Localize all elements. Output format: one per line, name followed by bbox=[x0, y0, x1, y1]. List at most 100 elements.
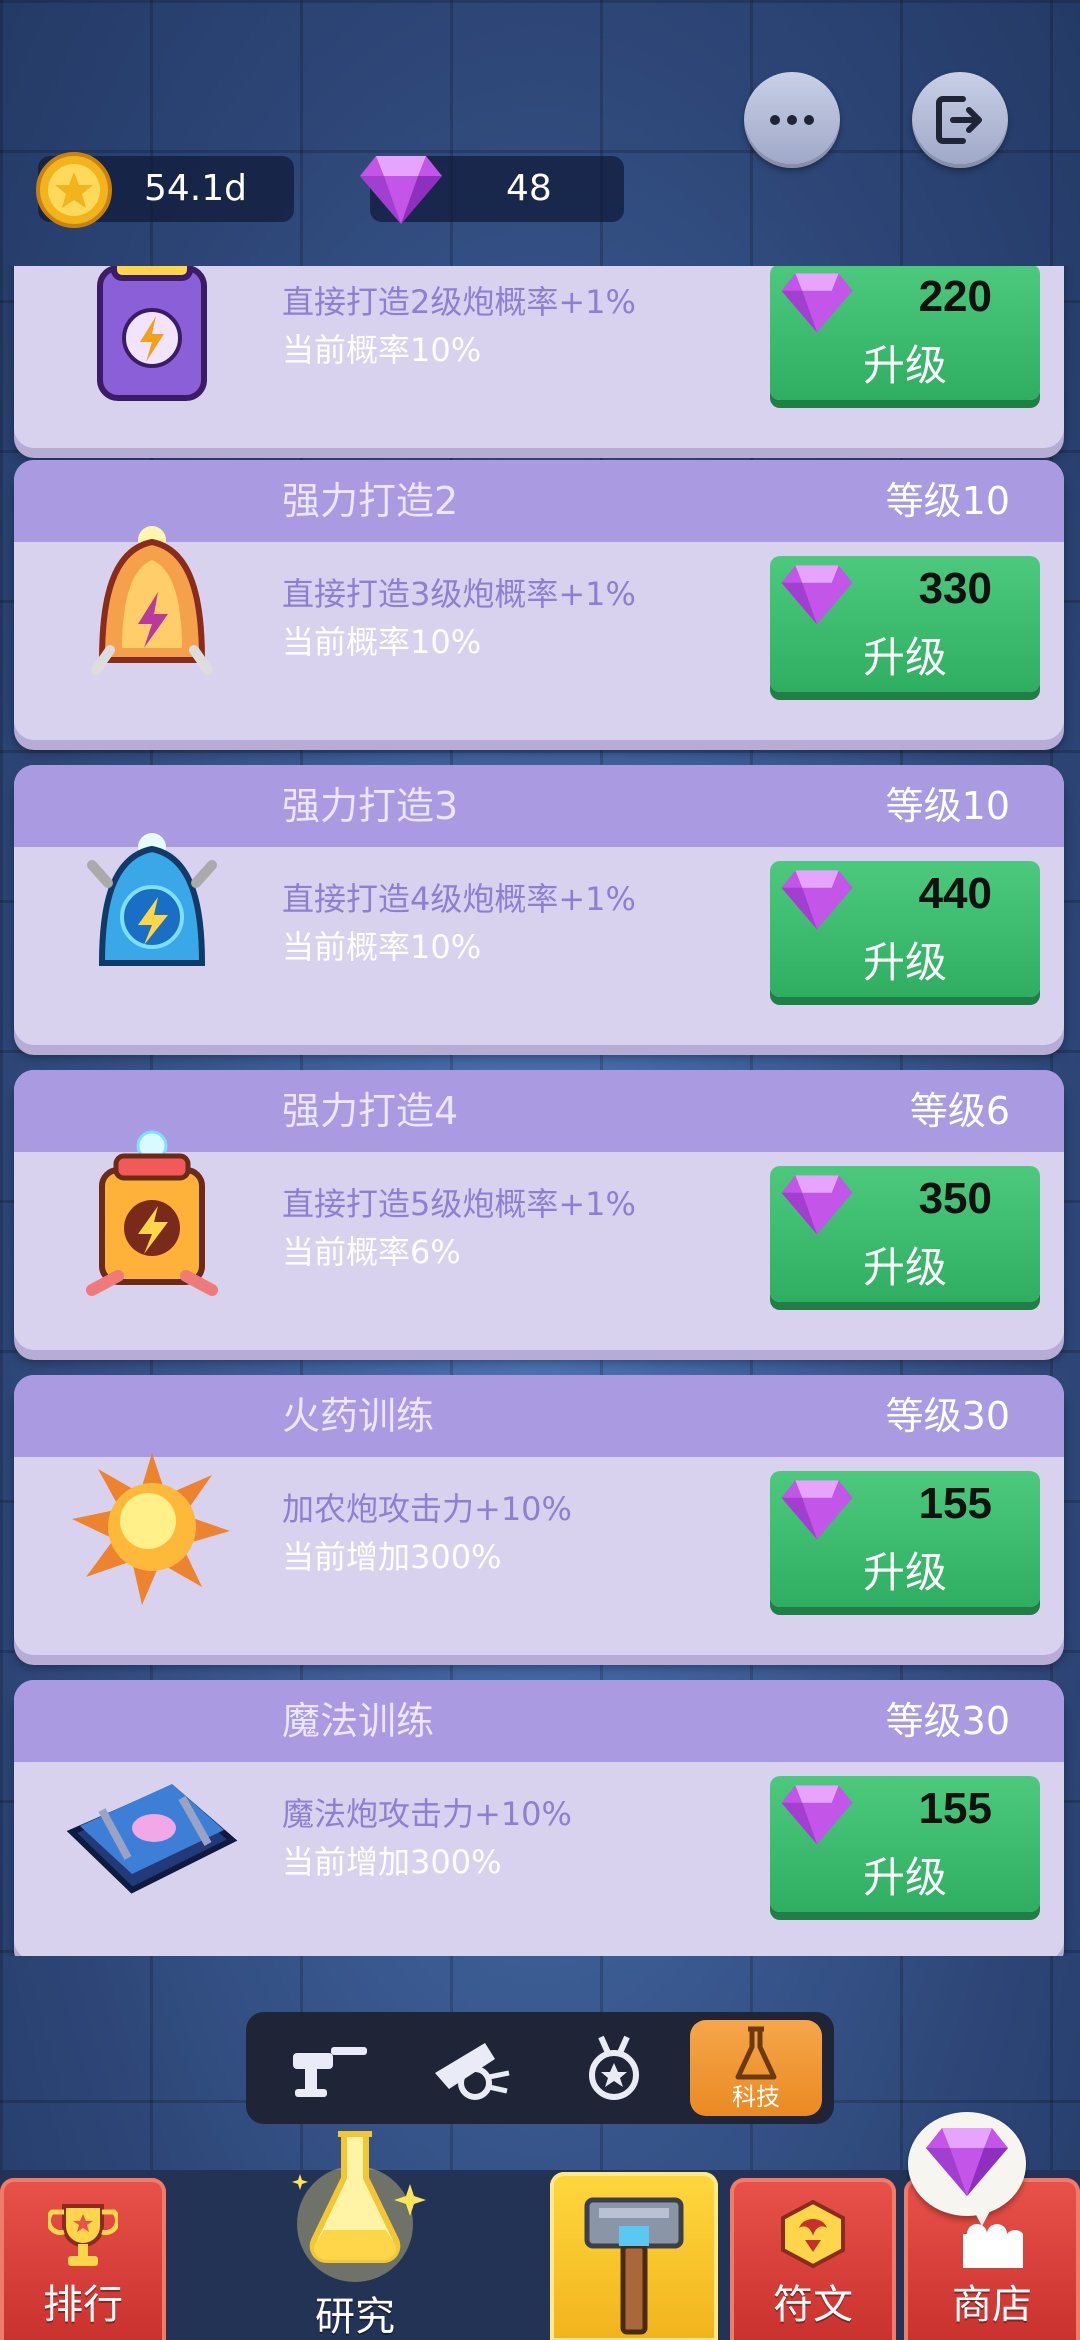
nav-rune-label: 符文 bbox=[773, 2282, 853, 2328]
nav-research[interactable]: 研究 bbox=[270, 2131, 440, 2340]
current-value-text: 当前概率10% bbox=[282, 928, 482, 966]
effect-text: 加农炮攻击力+10% bbox=[282, 1490, 572, 1528]
upgrade-label: 升级 bbox=[862, 633, 947, 682]
gem-icon bbox=[926, 2128, 1008, 2196]
effect-text: 直接打造4级炮概率+1% bbox=[282, 880, 636, 918]
upgrade-label: 升级 bbox=[862, 341, 947, 390]
upgrade-cost: 440 bbox=[918, 869, 992, 918]
cannon-icon bbox=[435, 2043, 510, 2100]
upgrade-button[interactable]: 350 升级 bbox=[770, 1166, 1040, 1302]
gold-coin-icon bbox=[36, 152, 112, 228]
tab-turret[interactable] bbox=[264, 2020, 396, 2116]
upgrade-cost: 350 bbox=[918, 1174, 992, 1223]
gem-amount: 48 bbox=[506, 168, 552, 209]
effect-text: 直接打造2级炮概率+1% bbox=[282, 283, 636, 321]
bell-orange-icon bbox=[91, 526, 213, 675]
gem-icon bbox=[781, 273, 853, 333]
card-title: 强力打造3 bbox=[282, 784, 459, 828]
rune-icon bbox=[781, 2199, 845, 2269]
upgrade-card: 强力打造3 等级10 直接打造4级炮概率+1% 当前概率10% 440 升级 bbox=[14, 765, 1064, 1045]
upgrade-label: 升级 bbox=[862, 1548, 947, 1597]
effect-text: 魔法炮攻击力+10% bbox=[282, 1795, 572, 1833]
upgrade-label: 升级 bbox=[862, 1853, 947, 1902]
upgrade-button[interactable]: 155 升级 bbox=[770, 1471, 1040, 1607]
nav-shop-label: 商店 bbox=[952, 2282, 1032, 2328]
upgrade-card: 直接打造2级炮概率+1% 当前概率10% 220 升级 bbox=[14, 266, 1064, 448]
research-flask-icon bbox=[292, 2131, 426, 2282]
card-level: 等级10 bbox=[885, 479, 1010, 523]
card-description: 加农炮攻击力+10% 当前增加300% bbox=[282, 1485, 572, 1581]
upgrade-cost: 220 bbox=[918, 272, 992, 321]
turret-icon bbox=[293, 2047, 367, 2097]
gem-icon bbox=[781, 565, 853, 625]
upgrade-button[interactable]: 220 升级 bbox=[770, 266, 1040, 400]
gold-amount: 54.1d bbox=[144, 168, 248, 209]
upgrade-card: 火药训练 等级30 加农炮攻击力+10% 当前增加300% 155 升级 bbox=[14, 1375, 1064, 1655]
card-description: 直接打造3级炮概率+1% 当前概率10% bbox=[282, 570, 636, 666]
upgrade-card: 强力打造4 等级6 直接打造5级炮概率+1% 当前概率6% 350 升级 bbox=[14, 1070, 1064, 1350]
bell-blue-icon bbox=[87, 833, 217, 966]
gem-icon bbox=[781, 870, 853, 930]
tab-medal[interactable] bbox=[548, 2020, 680, 2116]
tab-tech-label: 科技 bbox=[732, 2083, 780, 2111]
nav-rank[interactable]: 排行 bbox=[0, 2178, 166, 2340]
gem-icon bbox=[360, 156, 442, 224]
card-level: 等级6 bbox=[909, 1089, 1010, 1133]
upgrade-button[interactable]: 440 升级 bbox=[770, 861, 1040, 997]
card-title: 强力打造4 bbox=[282, 1089, 459, 1133]
bubble-tail bbox=[968, 2200, 996, 2226]
card-level: 等级30 bbox=[885, 1699, 1010, 1743]
upgrade-list[interactable]: 直接打造2级炮概率+1% 当前概率10% 220 升级 强力打造2 等级10 直… bbox=[0, 266, 1080, 1956]
gem-icon bbox=[781, 1175, 853, 1235]
card-level: 等级10 bbox=[885, 784, 1010, 828]
effect-text: 直接打造5级炮概率+1% bbox=[282, 1185, 636, 1223]
current-value-text: 当前增加300% bbox=[282, 1843, 502, 1881]
card-title: 火药训练 bbox=[282, 1394, 435, 1438]
gem-counter: 48 bbox=[360, 156, 624, 224]
card-description: 直接打造4级炮概率+1% 当前概率10% bbox=[282, 875, 636, 971]
upgrade-button[interactable]: 330 升级 bbox=[770, 556, 1040, 692]
current-value-text: 当前增加300% bbox=[282, 1538, 502, 1576]
upgrade-label: 升级 bbox=[862, 938, 947, 987]
card-description: 直接打造2级炮概率+1% 当前概率10% bbox=[282, 278, 636, 374]
nav-research-label: 研究 bbox=[315, 2294, 395, 2340]
exit-button[interactable] bbox=[912, 72, 1008, 168]
bottom-navigation: 排行 研究 符文 商店 bbox=[0, 2131, 1080, 2340]
medal-icon bbox=[589, 2035, 639, 2100]
upgrade-cost: 330 bbox=[918, 564, 992, 613]
current-value-text: 当前概率6% bbox=[282, 1233, 461, 1271]
research-sub-tabs: 科技 bbox=[246, 2012, 834, 2124]
flask-icon bbox=[735, 2026, 777, 2080]
ellipsis-icon bbox=[770, 115, 814, 125]
hammer-icon bbox=[584, 2197, 684, 2335]
upgrade-card: 强力打造2 等级10 直接打造3级炮概率+1% 当前概率10% 330 升级 bbox=[14, 460, 1064, 740]
current-value-text: 当前概率10% bbox=[282, 623, 482, 661]
explosion-icon bbox=[72, 1453, 230, 1605]
gem-icon bbox=[781, 1480, 853, 1540]
upgrade-cost: 155 bbox=[918, 1784, 992, 1833]
battery-purple-icon bbox=[97, 266, 207, 401]
more-options-button[interactable] bbox=[744, 72, 840, 168]
tab-cannon[interactable] bbox=[406, 2020, 538, 2116]
nav-rank-label: 排行 bbox=[43, 2282, 123, 2328]
nav-forge[interactable] bbox=[550, 2172, 718, 2340]
card-title: 强力打造2 bbox=[282, 479, 459, 523]
upgrade-cost: 155 bbox=[918, 1479, 992, 1528]
upgrade-button[interactable]: 155 升级 bbox=[770, 1776, 1040, 1912]
card-description: 直接打造5级炮概率+1% 当前概率6% bbox=[282, 1180, 636, 1276]
upgrade-label: 升级 bbox=[862, 1243, 947, 1292]
effect-text: 直接打造3级炮概率+1% bbox=[282, 575, 636, 613]
shop-gem-bubble[interactable] bbox=[908, 2112, 1026, 2226]
gold-counter: 54.1d bbox=[36, 152, 294, 228]
exit-icon bbox=[936, 96, 982, 144]
spellbook-icon bbox=[66, 1784, 238, 1894]
trophy-icon bbox=[48, 2204, 118, 2266]
card-description: 魔法炮攻击力+10% 当前增加300% bbox=[282, 1790, 572, 1886]
battery-orange-icon bbox=[86, 1130, 218, 1296]
tab-tech[interactable]: 科技 bbox=[690, 2020, 822, 2116]
upgrade-card: 魔法训练 等级30 魔法炮攻击力+10% 当前增加300% 155 升级 bbox=[14, 1680, 1064, 1956]
current-value-text: 当前概率10% bbox=[282, 331, 482, 369]
nav-rune[interactable]: 符文 bbox=[730, 2178, 896, 2340]
gem-icon bbox=[781, 1785, 853, 1845]
card-level: 等级30 bbox=[885, 1394, 1010, 1438]
